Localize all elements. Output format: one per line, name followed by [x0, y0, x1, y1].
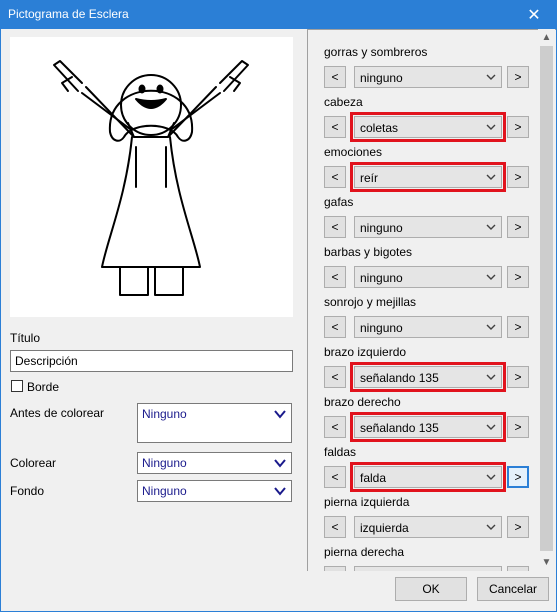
category-label: brazo derecho — [324, 395, 401, 409]
background-label: Fondo — [10, 484, 45, 498]
pictogram-preview — [10, 37, 293, 317]
window-title: Pictograma de Esclera — [8, 7, 129, 21]
next-button[interactable]: > — [507, 266, 529, 288]
prev-button[interactable]: < — [324, 566, 346, 571]
next-button[interactable]: > — [507, 516, 529, 538]
scroll-thumb[interactable] — [540, 46, 553, 551]
chevron-down-icon — [274, 410, 286, 419]
category-label: pierna derecha — [324, 545, 405, 559]
category-label: gafas — [324, 195, 354, 209]
prev-button[interactable]: < — [324, 466, 346, 488]
category-label: sonrojo y mejillas — [324, 295, 417, 309]
category-value: ninguno — [360, 221, 403, 235]
prev-button[interactable]: < — [324, 66, 346, 88]
next-button[interactable]: > — [507, 416, 529, 438]
next-button[interactable]: > — [507, 66, 529, 88]
prev-button[interactable]: < — [324, 516, 346, 538]
next-button[interactable]: > — [507, 366, 529, 388]
prev-button[interactable]: < — [324, 266, 346, 288]
prev-button[interactable]: < — [324, 316, 346, 338]
next-button[interactable]: > — [507, 316, 529, 338]
chevron-down-icon — [274, 459, 286, 468]
highlight-box — [350, 412, 506, 442]
category-value: izquierda — [360, 521, 409, 535]
border-checkbox[interactable] — [11, 380, 23, 392]
category-dropdown[interactable] — [354, 566, 502, 571]
highlight-box — [350, 162, 506, 192]
scroll-up-icon[interactable]: ▲ — [538, 29, 555, 46]
pictogram-figure-image — [53, 60, 249, 296]
chevron-down-icon — [486, 274, 496, 280]
background-select[interactable]: Ninguno — [137, 480, 292, 502]
chevron-down-icon — [486, 324, 496, 330]
category-dropdown[interactable]: ninguno — [354, 216, 502, 238]
ok-button[interactable]: OK — [395, 577, 467, 601]
prev-button[interactable]: < — [324, 416, 346, 438]
category-dropdown[interactable]: ninguno — [354, 316, 502, 338]
vertical-scrollbar[interactable]: ▲ ▼ — [538, 29, 555, 571]
highlight-box — [350, 462, 506, 492]
chevron-down-icon — [486, 524, 496, 530]
next-button[interactable]: > — [507, 466, 529, 488]
close-icon[interactable]: ✕ — [516, 1, 552, 29]
background-value: Ninguno — [142, 484, 187, 498]
border-label: Borde — [27, 380, 60, 394]
category-dropdown[interactable]: ninguno — [354, 66, 502, 88]
category-value: ninguno — [360, 71, 403, 85]
category-label: brazo izquierdo — [324, 345, 407, 359]
before-color-label: Antes de colorear — [10, 406, 105, 420]
dialog-window: Pictograma de Esclera ✕ Título Descripci… — [0, 0, 557, 612]
prev-button[interactable]: < — [324, 166, 346, 188]
category-value: ninguno — [360, 321, 403, 335]
color-select[interactable]: Ninguno — [137, 452, 292, 474]
highlight-box — [350, 362, 506, 392]
color-value: Ninguno — [142, 456, 187, 470]
before-color-value: Ninguno — [142, 407, 187, 421]
prev-button[interactable]: < — [324, 366, 346, 388]
title-label: Título — [10, 331, 41, 345]
next-button[interactable]: > — [507, 216, 529, 238]
before-color-select[interactable]: Ninguno — [137, 403, 292, 443]
category-value: ninguno — [360, 271, 403, 285]
chevron-down-icon — [274, 487, 286, 496]
cancel-button[interactable]: Cancelar — [477, 577, 549, 601]
category-dropdown[interactable]: izquierda — [354, 516, 502, 538]
next-button[interactable]: > — [507, 166, 529, 188]
category-panel: gorras y sombreros < ninguno > cabeza < coleta… — [307, 29, 556, 571]
color-label: Colorear — [10, 456, 57, 470]
category-label: gorras y sombreros — [324, 45, 428, 59]
category-label: cabeza — [324, 95, 363, 109]
category-label: emociones — [324, 145, 383, 159]
prev-button[interactable]: < — [324, 116, 346, 138]
next-button[interactable]: > — [507, 116, 529, 138]
title-bar: Pictograma de Esclera ✕ — [1, 1, 556, 29]
description-input[interactable]: Descripción — [10, 350, 293, 372]
chevron-down-icon — [486, 224, 496, 230]
category-dropdown[interactable]: ninguno — [354, 266, 502, 288]
next-button[interactable]: > — [507, 566, 529, 571]
category-label: faldas — [324, 445, 357, 459]
prev-button[interactable]: < — [324, 216, 346, 238]
highlight-box — [350, 112, 506, 142]
scroll-down-icon[interactable]: ▼ — [538, 554, 555, 571]
category-label: barbas y bigotes — [324, 245, 413, 259]
chevron-down-icon — [486, 74, 496, 80]
category-label: pierna izquierda — [324, 495, 410, 509]
